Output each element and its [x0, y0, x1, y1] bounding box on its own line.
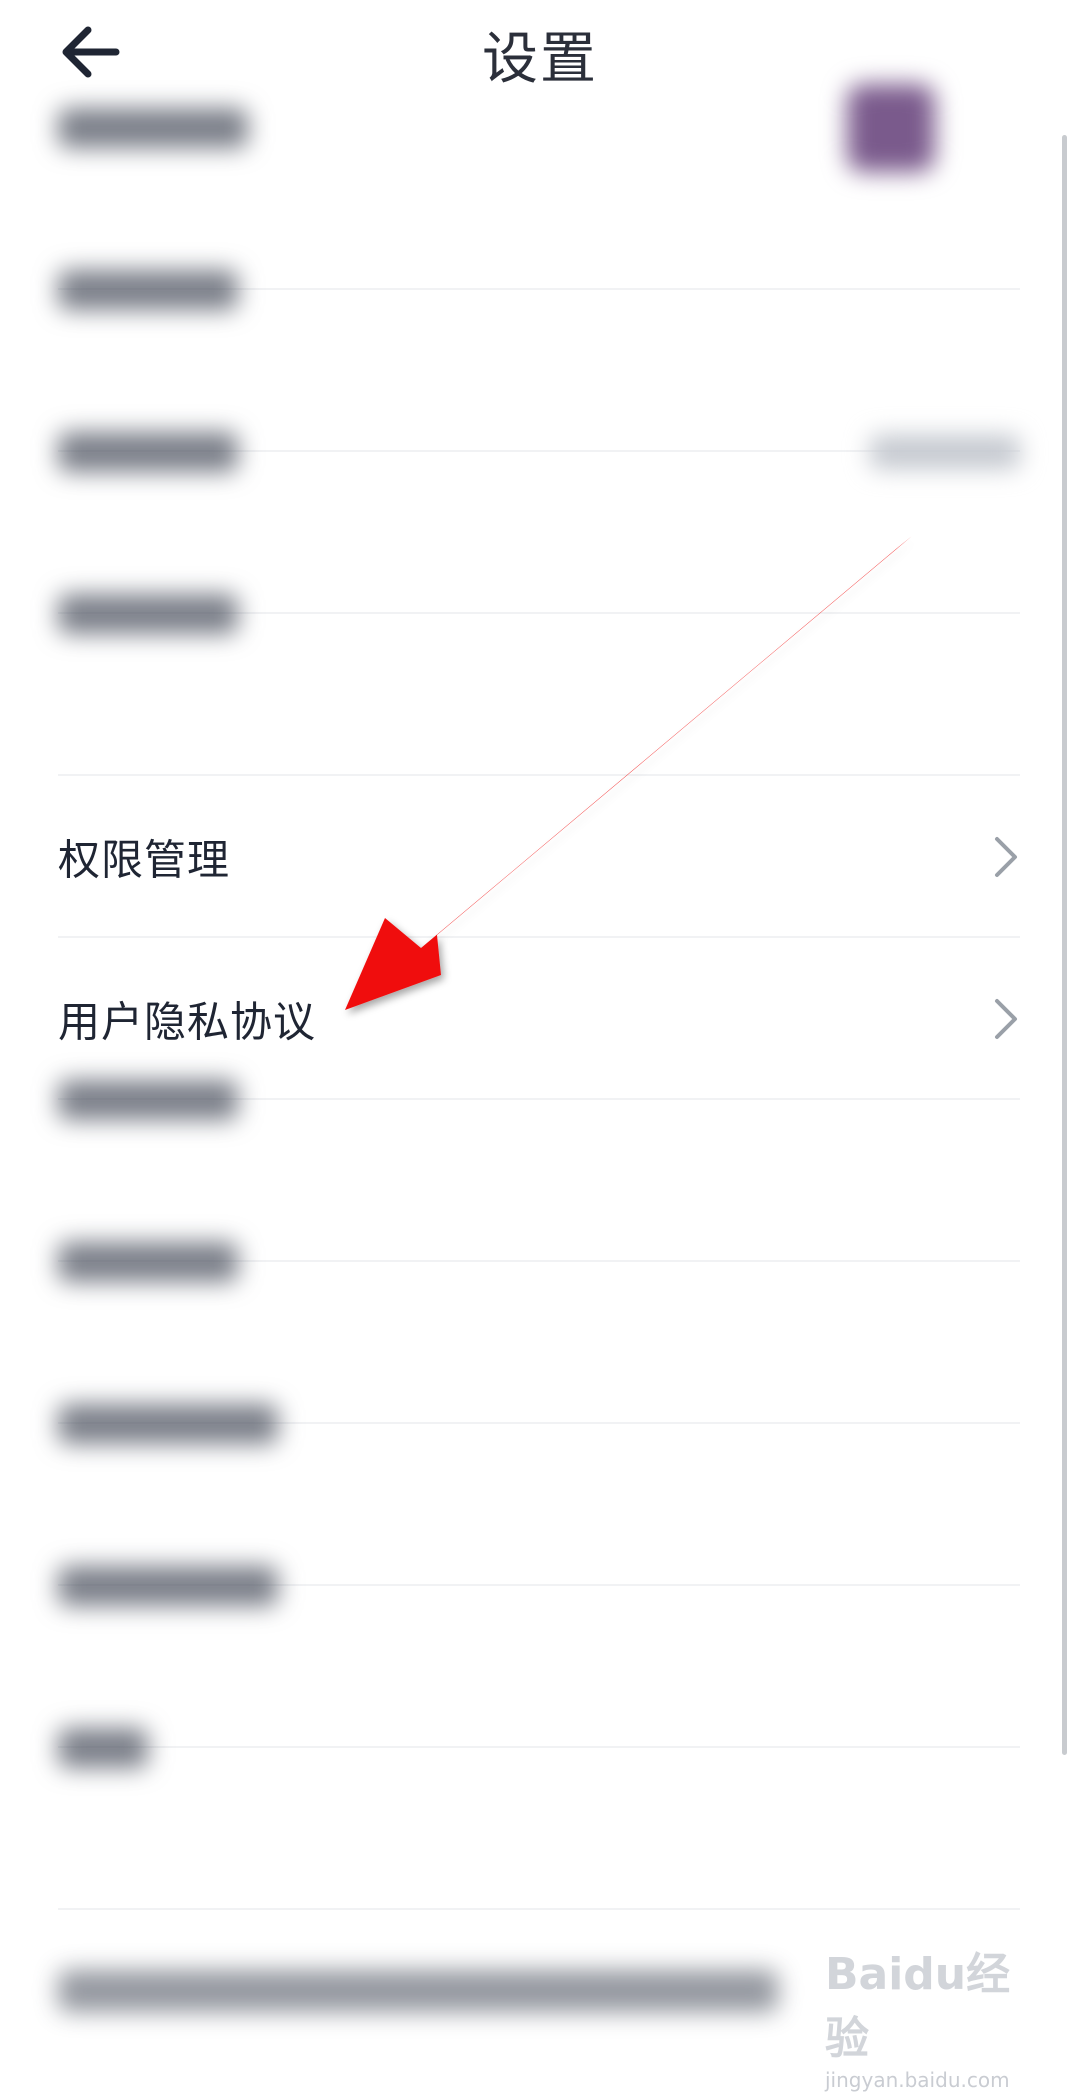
permissions-label: 权限管理 — [58, 835, 231, 885]
chevron-right-icon — [995, 837, 1017, 877]
settings-row-blurred[interactable] — [58, 1566, 1020, 1748]
settings-row-blurred[interactable] — [58, 594, 1020, 776]
settings-row-blurred[interactable] — [58, 1242, 1020, 1424]
watermark-url: jingyan.baidu.com — [825, 2068, 1010, 2092]
settings-row-privacy-policy[interactable]: 用户隐私协议 — [58, 938, 1020, 1100]
baidu-watermark: Baidu经验 jingyan.baidu.com — [825, 1938, 1025, 2092]
settings-row-blurred[interactable] — [58, 1080, 1020, 1262]
privacy-policy-label: 用户隐私协议 — [58, 997, 317, 1047]
settings-row-permissions[interactable]: 权限管理 — [58, 776, 1020, 938]
watermark-brand: Baidu经验 — [825, 1949, 1011, 2064]
settings-row-blurred[interactable] — [58, 270, 1020, 452]
settings-row-blurred[interactable] — [58, 1728, 1020, 1910]
chevron-right-icon — [995, 999, 1017, 1039]
blurred-footer-text — [58, 1970, 778, 2012]
settings-row-blurred[interactable] — [58, 84, 1020, 290]
settings-row-blurred[interactable] — [58, 1404, 1020, 1586]
scrollbar[interactable] — [1062, 135, 1067, 1755]
avatar — [847, 84, 935, 172]
settings-row-blurred[interactable] — [58, 432, 1020, 614]
page-title: 设置 — [482, 27, 598, 92]
